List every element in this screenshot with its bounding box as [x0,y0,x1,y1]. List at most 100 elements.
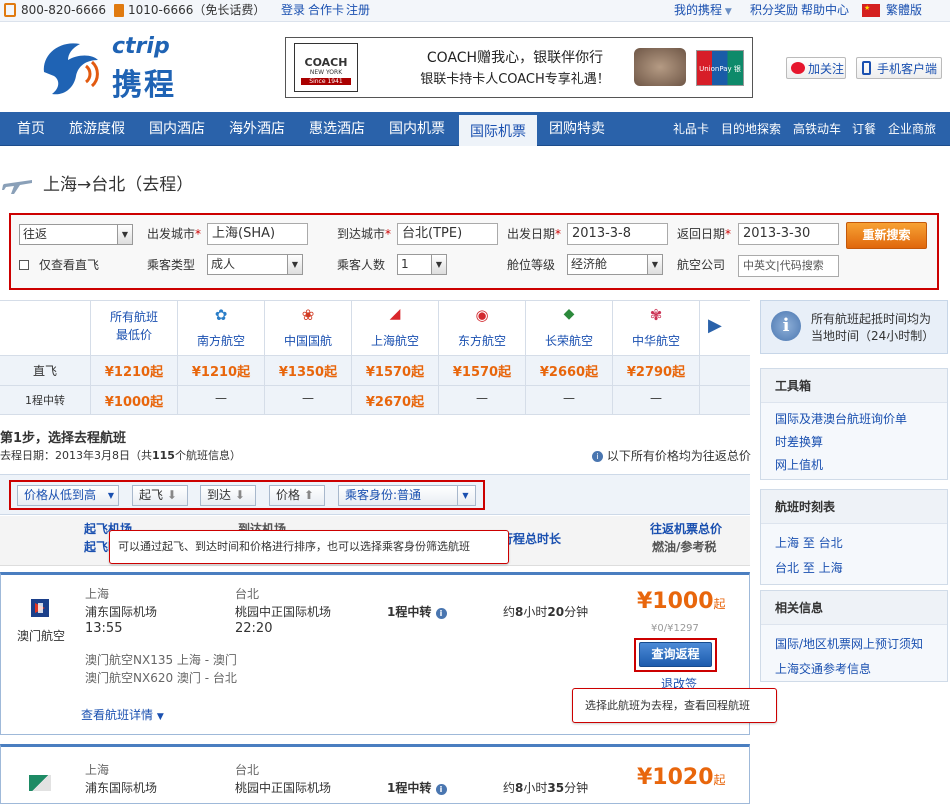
nav-high-speed-rail[interactable]: 高铁动车 [793,112,841,146]
price-cell[interactable]: ¥2670起 [352,391,438,410]
nav-dining[interactable]: 订餐 [852,112,876,146]
step-title: 第1步，选择去程航班 [0,431,127,446]
china-eastern-logo-icon: ◉ [475,306,489,324]
price-cell[interactable]: ¥1350起 [265,361,351,380]
airline-price-matrix: 所有航班 最低价 ✿ 南方航空 ❀ 中国国航 ◢ 上海航空 ◉ 东方航空 ◆ 长荣… [0,300,750,416]
nav-international-flights[interactable]: 国际机票 [459,112,537,146]
airline-col-eva-air[interactable]: ◆ 长荣航空 [526,306,612,349]
tool-link-inquiry[interactable]: 国际及港澳台航班询价单 [761,407,947,430]
arrive-time: 22:20 [235,621,273,636]
col-total-price[interactable]: 往返机票总价 [650,520,722,537]
direct-only-checkbox[interactable] [19,260,29,270]
pax-type-select[interactable]: 成人 ▼ [207,254,303,275]
price-cell[interactable]: ¥1000起 [91,391,177,410]
sort-by-price-button[interactable]: 价格 ⬆ [269,485,325,506]
coach-ad-banner[interactable]: COACH NEW YORK Since 1941 COACH赠我心，银联伴你行… [285,37,753,109]
info-icon[interactable]: i [435,608,447,619]
airplane-icon [2,180,32,194]
pax-type-label: 乘客类型 [147,258,196,272]
nav-destination[interactable]: 目的地探索 [721,112,781,146]
tool-link-checkin[interactable]: 网上值机 [761,453,947,476]
depart-date-input[interactable]: 2013-3-8 [567,223,668,245]
sort-by-arrive-button[interactable]: 到达 ⬇ [200,485,256,506]
stops-info: 1程中转 i [387,603,447,620]
login-link[interactable]: 登录 [281,0,305,21]
schedule-link-sha-tpe[interactable]: 上海 至 台北 [761,530,947,555]
price-cell[interactable]: ¥1210起 [178,361,264,380]
info-panel: 相关信息 国际/地区机票网上预订须知 上海交通参考信息 [760,590,948,682]
select-flight-tooltip: 选择此航班为去程，查看回程航班 [572,688,777,723]
my-trip-menu[interactable]: 我的携程 ▼ [674,0,732,23]
research-button[interactable]: 重新搜索 [846,222,927,249]
price-cell[interactable]: ¥1570起 [352,361,438,380]
arrive-airport: 桃园中正国际机场 [235,605,332,619]
nav-domestic-flights[interactable]: 国内机票 [380,112,454,146]
price-cell[interactable]: ¥1570起 [439,361,525,380]
register-link[interactable]: 注册 [346,0,370,21]
sort-order-select[interactable]: 价格从低到高 ▼ [17,485,119,506]
airline-col-shanghai-airlines[interactable]: ◢ 上海航空 [352,306,438,349]
cabin-select[interactable]: 经济舱 ▼ [567,254,663,275]
airline-col-china-southern[interactable]: ✿ 南方航空 [178,306,264,349]
depart-airport: 浦东国际机场 [85,605,158,619]
depart-city: 上海 [85,587,110,601]
nav-gift-card[interactable]: 礼品卡 [673,112,709,146]
nav-vacation[interactable]: 旅游度假 [60,112,134,146]
nav-domestic-hotels[interactable]: 国内酒店 [140,112,214,146]
all-flights-lowest[interactable]: 所有航班 最低价 [91,308,177,344]
info-link-booking-notice[interactable]: 国际/地区机票网上预订须知 [761,631,947,656]
stops-info: 1程中转 i [387,779,447,796]
info-link-transport[interactable]: 上海交通参考信息 [761,656,947,681]
price-cell[interactable]: ¥1210起 [91,361,177,380]
duration: 约8小时35分钟 [503,781,589,795]
cobrand-card-link[interactable]: 合作卡 [308,0,344,21]
price-cell[interactable]: ¥2660起 [526,361,612,380]
airline-col-china-airlines[interactable]: ✾ 中华航空 [613,306,699,349]
pax-count-select[interactable]: 1 ▼ [397,254,447,275]
airline-search-input[interactable]: 中英文|代码搜索 [738,255,839,277]
nav-deal-hotels[interactable]: 惠选酒店 [300,112,374,146]
mobile-app-button[interactable]: 手机客户端 [856,57,942,79]
phone-icon [4,3,16,17]
logo-text-en: ctrip [112,34,170,59]
air-macau-logo-icon [29,597,51,619]
tool-link-timezone[interactable]: 时差换算 [761,430,947,453]
return-date-input[interactable]: 2013-3-30 [738,223,839,245]
tax-value: ¥0/¥1297 [651,623,699,634]
nav-overseas-hotels[interactable]: 海外酒店 [220,112,294,146]
search-return-button[interactable]: 查询返程 [639,642,712,667]
eva-air-logo-icon: ◆ [563,306,575,322]
price-cell: — [563,391,575,405]
traditional-chinese-link[interactable]: 繁體版 [886,0,922,21]
nav-corporate[interactable]: 企业商旅 [888,112,936,146]
price-cell: — [215,391,227,405]
arrive-city: 台北 [235,587,260,601]
schedule-link-tpe-sha[interactable]: 台北 至 上海 [761,555,947,580]
help-link[interactable]: 帮助中心 [801,0,849,21]
nav-group-buy[interactable]: 团购特卖 [540,112,614,146]
follow-weibo-button[interactable]: 加关注 [786,57,846,79]
price-cell: — [476,391,488,405]
next-airlines-arrow-icon[interactable]: ▶ [708,315,722,339]
from-city-input[interactable]: 上海(SHA) [207,223,308,245]
airline-col-china-eastern[interactable]: ◉ 东方航空 [439,306,525,349]
flight-details-link[interactable]: 查看航班详情 ▼ [81,706,164,723]
segment-2: 澳门航空NX620 澳门 - 台北 [85,671,237,685]
trip-type-select[interactable]: 往返 ▼ [19,224,133,245]
china-flag-icon: ★ [862,4,880,17]
total-price: ¥1000起 [637,589,726,614]
col-duration[interactable]: 行程总时长 [501,530,561,547]
china-southern-logo-icon: ✿ [214,306,228,324]
phone-number-2: 1010-6666（免长话费） [128,3,266,17]
price-cell[interactable]: ¥2790起 [613,361,699,380]
sort-by-depart-button[interactable]: 起飞 ⬇ [132,485,188,506]
to-city-input[interactable]: 台北(TPE) [397,223,498,245]
cabin-label: 舱位等级 [507,258,556,272]
passenger-type-select[interactable]: 乘客身份:普通 ▼ [338,485,476,506]
airline-col-air-china[interactable]: ❀ 中国国航 [265,306,351,349]
sort-bar: 价格从低到高 ▼ 起飞 ⬇ 到达 ⬇ 价格 ⬆ 乘客身份:普通 ▼ [0,474,750,515]
points-link[interactable]: 积分奖励 [750,0,798,21]
info-icon[interactable]: i [435,784,447,795]
nav-home[interactable]: 首页 [6,112,56,146]
smartphone-icon [862,61,871,75]
